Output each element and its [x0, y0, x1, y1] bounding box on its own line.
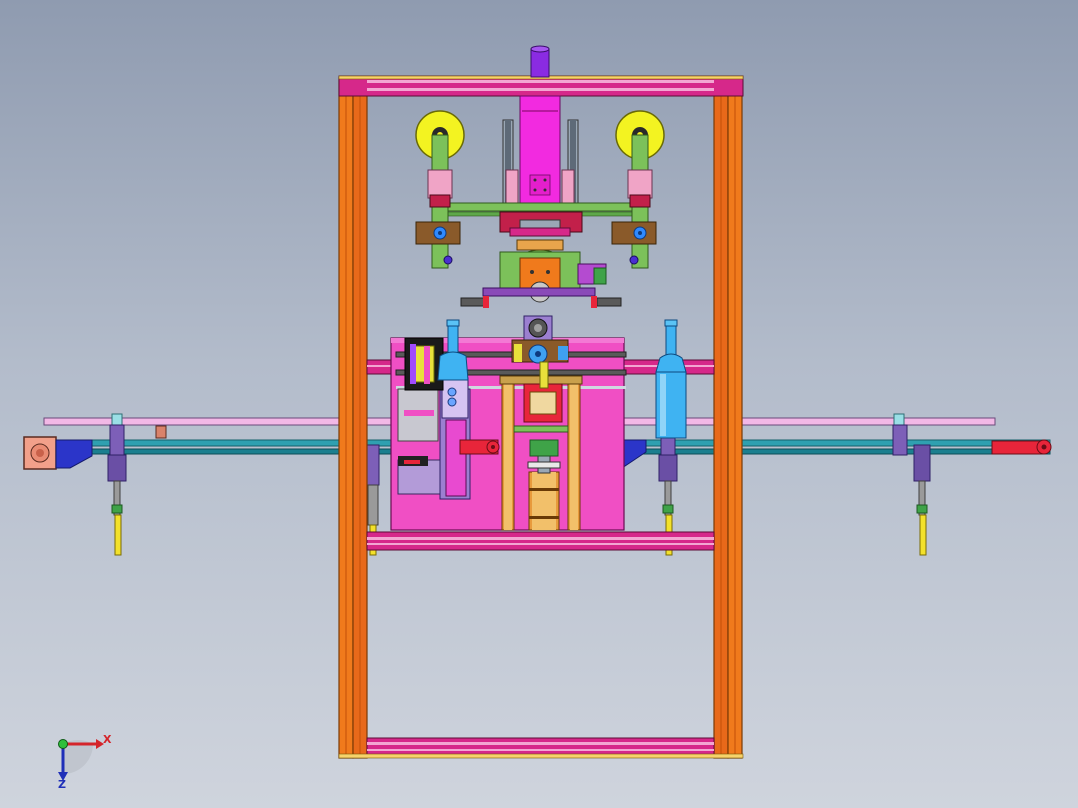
bearing [447, 397, 457, 407]
rail-clip [893, 413, 905, 427]
cylinder-block [529, 174, 551, 196]
bottle-neck [665, 321, 677, 359]
right-wheel-assembly [611, 110, 665, 269]
bolt [533, 178, 537, 182]
x-axis-label: X [103, 733, 112, 746]
lower-beam-stripe [367, 537, 714, 540]
left-actuator-head [441, 377, 469, 419]
left-bottle-cap [446, 319, 460, 327]
right-arm-block [627, 169, 653, 199]
bolt [530, 270, 534, 274]
cad-viewport[interactable]: X Z [0, 0, 1078, 808]
rail-clip [155, 425, 167, 439]
drive-shaft [530, 48, 550, 78]
cylinder-head [529, 439, 559, 457]
left-motor-center [36, 449, 44, 457]
y-axis-dot [58, 739, 68, 749]
rail-clip [111, 413, 123, 427]
bolt [543, 178, 547, 182]
gripper-end-right [596, 297, 622, 307]
labeler-strip [410, 344, 416, 384]
central-station [390, 315, 627, 531]
left-bottle-neck [447, 321, 459, 357]
center-guide-right-hi [570, 380, 578, 530]
left-actuator-pivot-pin [491, 445, 495, 449]
bottom-beam-stripe [367, 749, 714, 751]
left-actuator-rod [445, 419, 467, 497]
bottle-highlight [660, 374, 666, 436]
left-pivot-axle [438, 231, 442, 235]
bottom-beam-stripe [367, 742, 714, 745]
lower-beam-stripe [367, 543, 714, 545]
head-crossbar [445, 202, 633, 212]
cap-feeder-tab [558, 346, 568, 360]
cylinder-ring [529, 488, 559, 491]
left-bottle-shoulder [437, 351, 469, 381]
gripper-valve [593, 267, 607, 285]
lower-beam [366, 531, 715, 551]
cap-feeder-stem [539, 361, 549, 389]
conveyor-leg [107, 424, 127, 556]
cylinder-ring [529, 516, 559, 519]
left-motor-bracket [55, 439, 93, 469]
bolt [533, 188, 537, 192]
left-arm-block [427, 169, 453, 199]
cap-feeder-hub [534, 324, 542, 332]
center-guide-left-hi [504, 380, 512, 530]
machine-drawing [23, 45, 1052, 781]
gripper-top-plate [516, 239, 564, 251]
axis-triad [58, 739, 104, 781]
right-tail-arm [991, 440, 1045, 455]
drive-shaft-top [530, 45, 550, 53]
cap-feeder-tab [514, 344, 522, 362]
center-press-window [529, 391, 557, 415]
left-arm-clamp [429, 194, 451, 208]
gripper-pin [483, 296, 489, 308]
labeler-strip [424, 346, 430, 384]
left-arm-roller [443, 255, 453, 265]
lift-cylinder-lower-hi [532, 472, 556, 530]
bottle-cap [664, 319, 678, 327]
center-mid-bar [513, 425, 569, 433]
top-beam-stripe [367, 80, 714, 83]
bottle-shoulder [655, 353, 687, 373]
clamp-lower [509, 227, 571, 237]
gate-red-strip [404, 460, 420, 464]
top-beam-stripe [367, 88, 714, 91]
gripper-pin [591, 296, 597, 308]
side-block-right [561, 169, 575, 207]
bottle-right [655, 319, 687, 439]
bearing [447, 387, 457, 397]
z-axis-label: Z [58, 778, 66, 791]
right-tail-pulley-hub [1041, 444, 1047, 450]
bottom-cap [338, 753, 744, 759]
side-block-left [505, 169, 519, 207]
cylinder-line [522, 110, 558, 112]
gripper-end-left [460, 297, 486, 307]
cap-bearing-axle [535, 351, 541, 357]
rotary-gripper [460, 239, 622, 308]
bolt [546, 270, 550, 274]
gripper-bar [482, 287, 596, 297]
right-pivot-axle [638, 231, 642, 235]
bolt [543, 188, 547, 192]
cylinder-flange [527, 461, 561, 469]
right-arm-roller [629, 255, 639, 265]
bottom-beam [366, 737, 715, 757]
left-wheel-assembly [415, 110, 465, 269]
right-arm-clamp [629, 194, 651, 208]
gate-slot [404, 410, 434, 416]
